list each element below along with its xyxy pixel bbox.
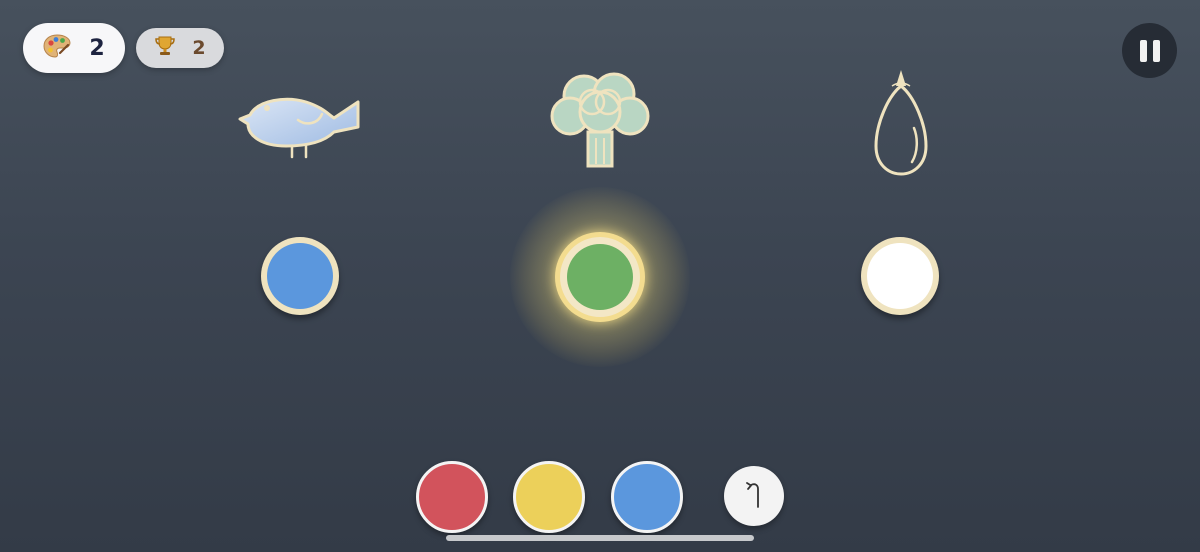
paint-blue-button[interactable] xyxy=(611,461,683,533)
palette-icon xyxy=(43,33,71,63)
broccoli-icon xyxy=(548,70,652,174)
palette-counter: 2 xyxy=(23,23,125,73)
trophy-icon xyxy=(154,35,176,61)
paint-yellow-button[interactable] xyxy=(513,461,585,533)
broccoli-slot-fill xyxy=(567,244,633,310)
drop-slot-fill xyxy=(867,243,933,309)
home-indicator[interactable] xyxy=(446,535,754,541)
drop-color-slot[interactable] xyxy=(861,237,939,315)
bird-color-slot[interactable] xyxy=(261,237,339,315)
undo-button[interactable] xyxy=(724,466,784,526)
palette-count: 2 xyxy=(89,35,105,61)
bird-icon xyxy=(236,94,364,164)
trophy-counter: 2 xyxy=(136,28,224,68)
pause-icon xyxy=(1139,39,1147,62)
undo-icon xyxy=(743,479,765,513)
drop-icon xyxy=(870,66,932,182)
pause-button[interactable] xyxy=(1122,23,1177,78)
paint-red-button[interactable] xyxy=(416,461,488,533)
bird-slot-fill xyxy=(267,243,333,309)
trophy-count: 2 xyxy=(192,37,206,59)
broccoli-color-slot[interactable] xyxy=(555,232,645,322)
